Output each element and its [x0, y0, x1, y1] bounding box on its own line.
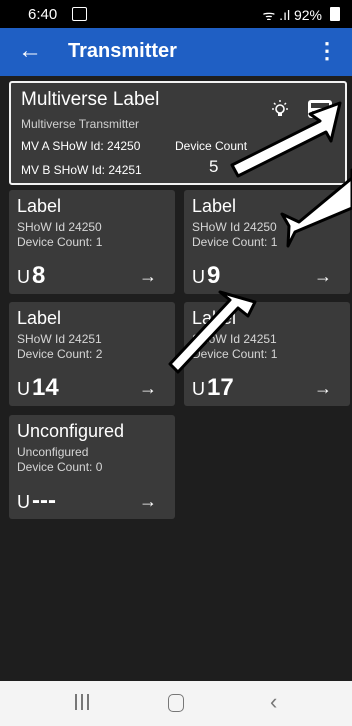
multiverse-card[interactable]: Multiverse Label Multiverse Transmitter …	[9, 81, 347, 185]
universe-card[interactable]: Label SHoW Id 24250 Device Count: 1 U9 →	[184, 190, 350, 294]
card-show-id: SHoW Id 24251	[17, 332, 102, 346]
universe-card[interactable]: Label SHoW Id 24250 Device Count: 1 U8 →	[9, 190, 175, 294]
app-bar: ← Transmitter ⋮	[0, 28, 352, 76]
mv-a-show-id: MV A SHoW Id: 24250	[21, 139, 141, 153]
card-device-count: Device Count: 1	[192, 347, 278, 361]
card-show-id: SHoW Id 24250	[192, 220, 277, 234]
overflow-menu-icon[interactable]: ⋮	[316, 38, 338, 64]
card-device-count: Device Count: 2	[17, 347, 103, 361]
universe-value: ---	[32, 487, 56, 514]
lightbulb-icon[interactable]	[269, 99, 291, 121]
universe-value: 14	[32, 374, 59, 401]
transmitter-content: Multiverse Label Multiverse Transmitter …	[0, 76, 352, 681]
forward-arrow-icon[interactable]: →	[139, 266, 157, 287]
universe-card[interactable]: Unconfigured Unconfigured Device Count: …	[9, 415, 175, 519]
card-label: Label	[17, 196, 62, 216]
message-notification-icon	[72, 7, 87, 21]
page-title: Transmitter	[68, 40, 177, 62]
card-device-count: Device Count: 0	[17, 460, 103, 474]
multiverse-label: Multiverse Label	[21, 89, 160, 110]
universe-value: 17	[207, 374, 234, 401]
universe-number: U---	[17, 487, 56, 515]
forward-arrow-icon[interactable]: →	[314, 378, 332, 399]
rdm-icon[interactable]	[307, 99, 333, 119]
universe-prefix: U	[17, 492, 30, 512]
status-indicators: ᯤ .ıl 92%	[262, 7, 322, 23]
card-device-count: Device Count: 1	[192, 235, 278, 249]
status-time: 6:40	[28, 6, 58, 23]
card-label: Unconfigured	[17, 421, 125, 441]
battery-icon	[330, 7, 340, 21]
universe-number: U17	[192, 374, 234, 402]
card-label: Label	[17, 308, 62, 328]
back-arrow-icon[interactable]: ←	[18, 37, 42, 65]
universe-prefix: U	[192, 379, 205, 399]
card-device-count: Device Count: 1	[17, 235, 103, 249]
universe-prefix: U	[192, 267, 205, 287]
card-label: Label	[192, 196, 237, 216]
universe-value: 8	[32, 262, 46, 289]
forward-arrow-icon[interactable]: →	[314, 266, 332, 287]
home-icon[interactable]	[168, 694, 184, 712]
universe-number: U14	[17, 374, 59, 402]
card-show-id: SHoW Id 24251	[192, 332, 277, 346]
nav-back-icon[interactable]: ‹	[270, 689, 277, 715]
recents-icon[interactable]	[75, 694, 89, 710]
universe-card[interactable]: Label SHoW Id 24251 Device Count: 2 U14 …	[9, 302, 175, 406]
system-nav-bar: ‹	[0, 681, 352, 726]
universe-value: 9	[207, 262, 221, 289]
forward-arrow-icon[interactable]: →	[139, 491, 157, 512]
mv-b-show-id: MV B SHoW Id: 24251	[21, 163, 142, 177]
multiverse-subtitle: Multiverse Transmitter	[21, 117, 140, 131]
status-bar: 6:40 ᯤ .ıl 92%	[0, 0, 352, 28]
device-count-value: 5	[209, 157, 219, 176]
device-count-label: Device Count	[175, 139, 248, 153]
card-show-id: Unconfigured	[17, 445, 89, 459]
card-label: Label	[192, 308, 237, 328]
universe-number: U9	[192, 262, 220, 290]
forward-arrow-icon[interactable]: →	[139, 378, 157, 399]
universe-prefix: U	[17, 267, 30, 287]
universe-number: U8	[17, 262, 45, 290]
card-show-id: SHoW Id 24250	[17, 220, 102, 234]
universe-card[interactable]: Label SHoW Id 24251 Device Count: 1 U17 …	[184, 302, 350, 406]
universe-prefix: U	[17, 379, 30, 399]
